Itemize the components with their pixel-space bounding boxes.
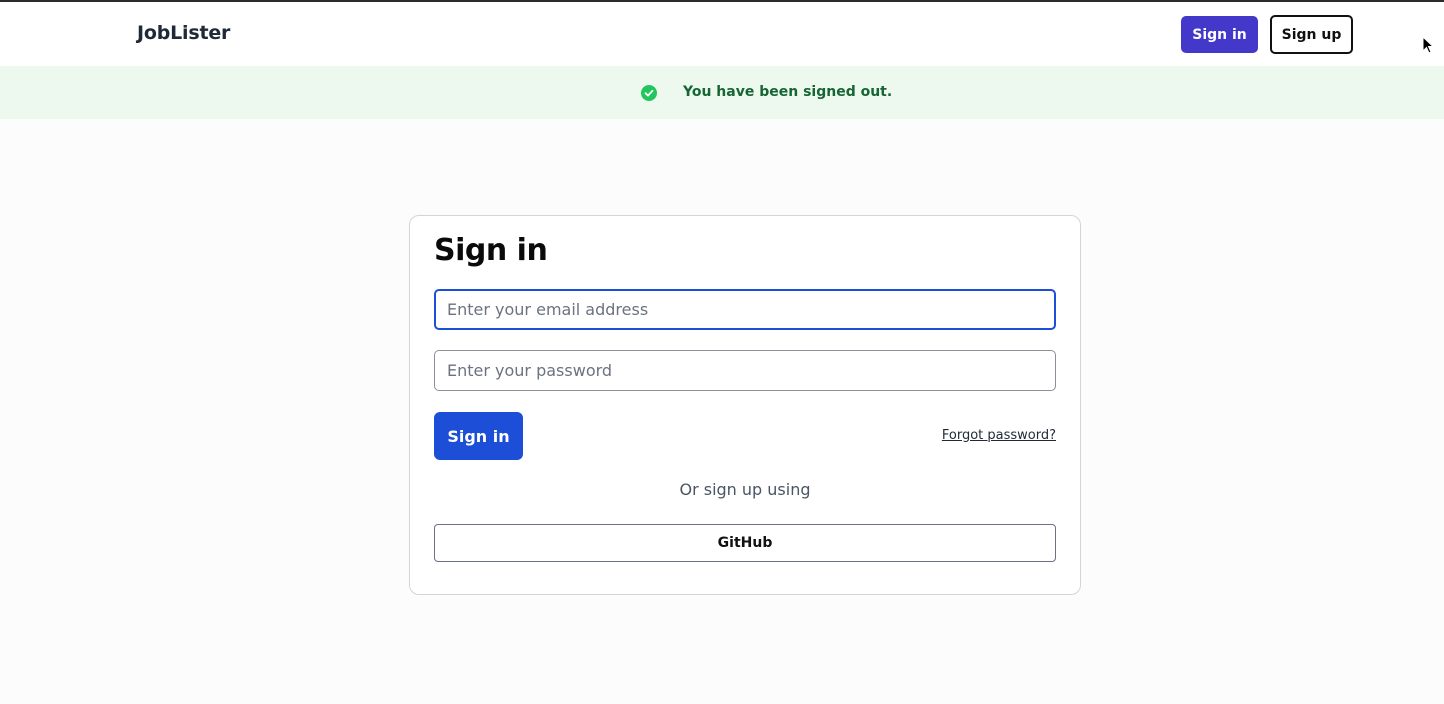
forgot-password-link[interactable]: Forgot password?	[942, 428, 1056, 443]
nav-sign-up-button[interactable]: Sign up	[1270, 15, 1353, 54]
mouse-cursor-icon	[1422, 36, 1434, 54]
navbar: JobLister Sign in Sign up	[0, 2, 1444, 66]
brand-logo[interactable]: JobLister	[137, 22, 230, 44]
email-field[interactable]	[434, 289, 1056, 330]
page-title: Sign in	[434, 233, 548, 268]
check-circle-icon	[641, 85, 657, 101]
nav-sign-in-button[interactable]: Sign in	[1181, 16, 1258, 53]
github-signup-button[interactable]: GitHub	[434, 524, 1056, 562]
flash-message: You have been signed out.	[0, 66, 1444, 119]
sign-in-submit-button[interactable]: Sign in	[434, 412, 523, 460]
or-sign-up-text: Or sign up using	[679, 480, 811, 499]
sign-in-card: Sign in Sign in Forgot password? Or sign…	[409, 215, 1081, 595]
flash-message-text: You have been signed out.	[683, 84, 893, 100]
password-field[interactable]	[434, 350, 1056, 391]
